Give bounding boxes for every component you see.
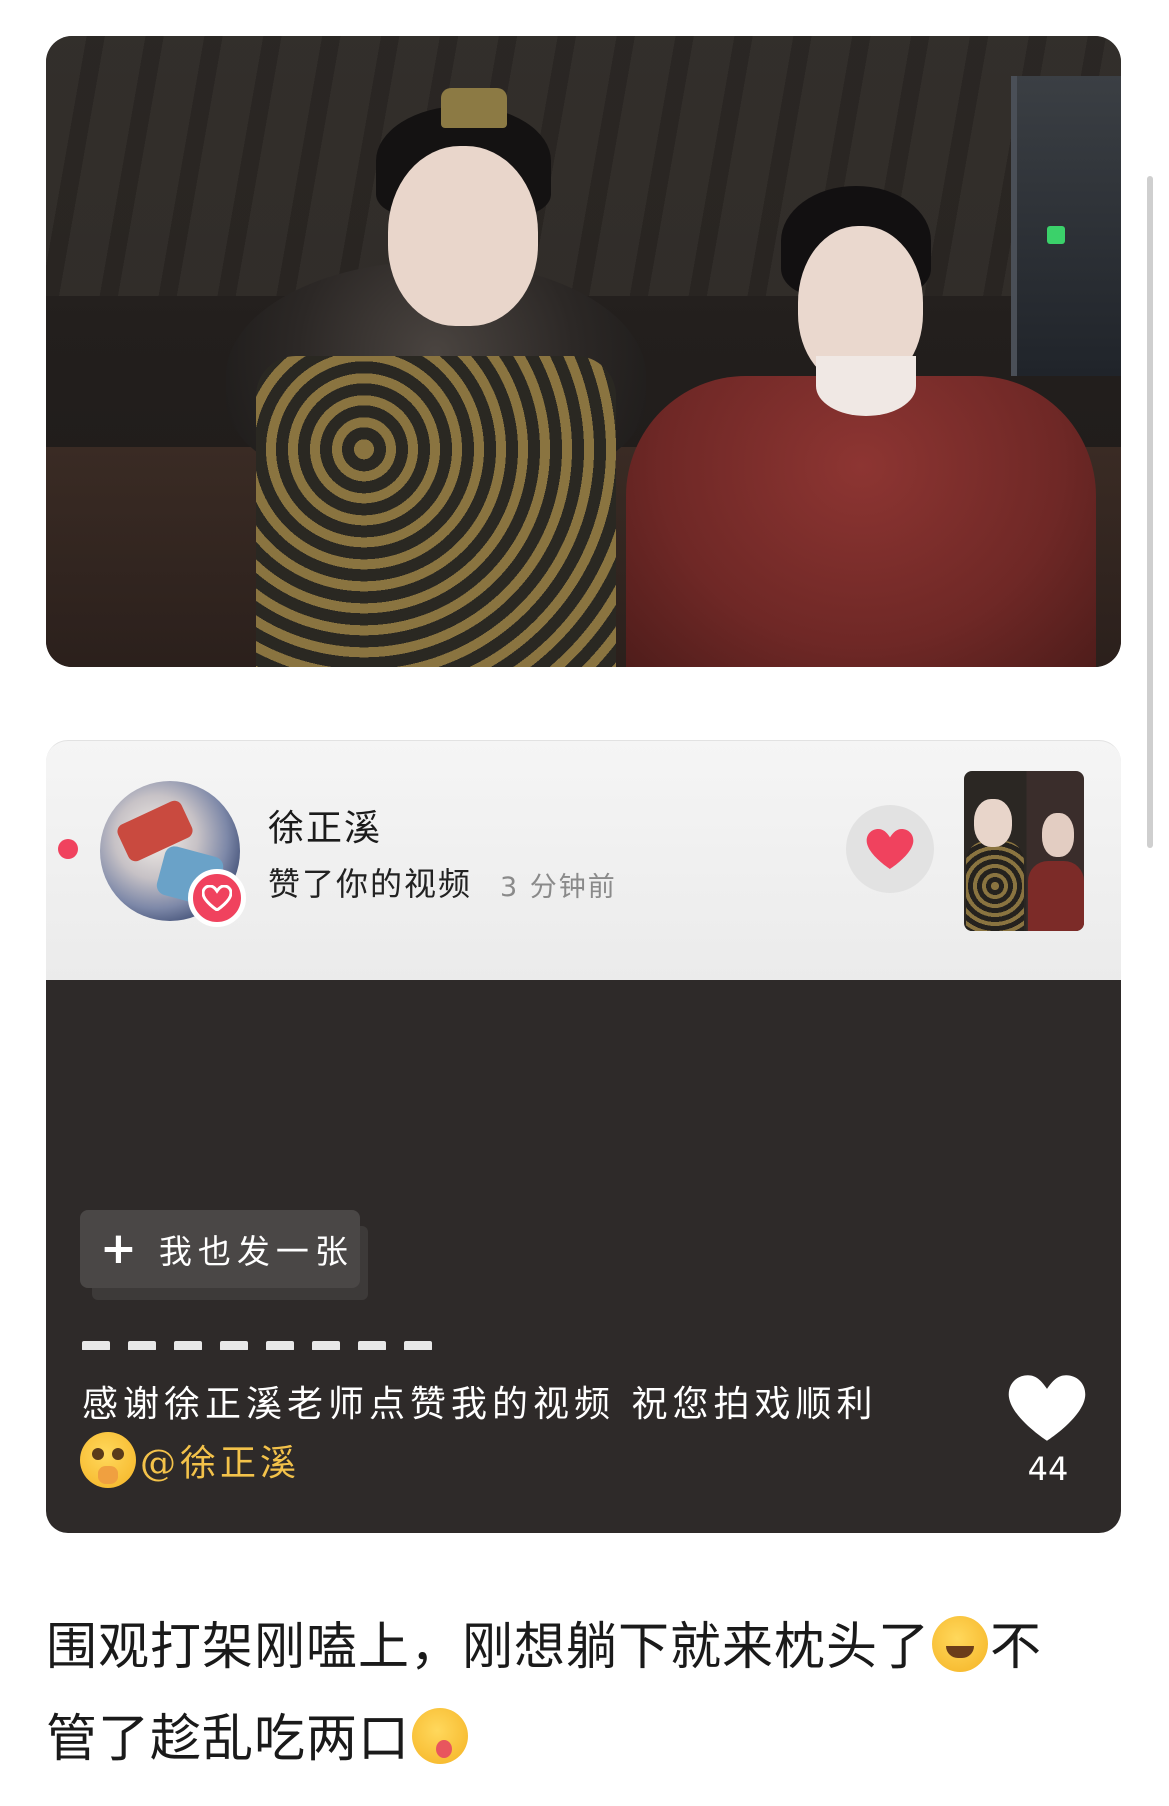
post-text-line1: 围观打架刚嗑上，刚想躺下就来枕头了	[46, 1618, 931, 1677]
thumb-right-figure	[1028, 861, 1084, 931]
video-thumbnail[interactable]	[964, 771, 1084, 931]
thumb-left-face	[974, 799, 1012, 847]
video-caption: 感谢徐正溪老师点赞我的视频 祝您拍戏顺利	[82, 1384, 878, 1425]
left-person-face	[388, 146, 538, 326]
background-beams	[46, 36, 1121, 296]
post-text-line1-end: 不	[990, 1618, 1043, 1677]
user-name[interactable]: 徐正溪	[268, 799, 382, 851]
like-notification-card[interactable]: 徐正溪 赞了你的视频 3 分钟前	[46, 740, 1121, 980]
heart-badge-icon	[188, 869, 246, 927]
unread-dot	[58, 839, 78, 859]
thumb-left-figure	[966, 841, 1024, 931]
post-text-line2: 管了趁乱吃两口	[46, 1710, 411, 1769]
right-person-robe	[626, 376, 1096, 667]
right-person-collar	[816, 356, 916, 416]
mention-row: @徐正溪	[80, 1432, 300, 1488]
plus-icon: +	[100, 1223, 137, 1274]
cropped-text-line	[82, 1336, 482, 1350]
post-also-button[interactable]: + 我也发一张	[80, 1210, 360, 1288]
video-screenshot[interactable]: + 我也发一张 感谢徐正溪老师点赞我的视频 祝您拍戏顺利 @徐正溪 44	[46, 980, 1121, 1533]
left-person-robe	[256, 356, 616, 667]
thumb-right-face	[1042, 813, 1074, 857]
rofl-emoji-icon	[932, 1616, 989, 1672]
pleading-face-icon	[80, 1432, 136, 1488]
post-also-label: 我也发一张	[158, 1232, 354, 1271]
heart-icon	[866, 829, 914, 869]
heart-icon[interactable]	[1006, 1370, 1088, 1446]
post-text: 围观打架刚嗑上，刚想躺下就来枕头了不 管了趁乱吃两口	[46, 1602, 1126, 1786]
top-photo[interactable]	[46, 36, 1121, 667]
camera-rig	[1011, 76, 1121, 376]
yum-emoji-icon	[412, 1708, 469, 1764]
scrollbar[interactable]	[1147, 176, 1153, 848]
heart-icon	[202, 885, 232, 911]
notification-time: 3 分钟前	[500, 872, 617, 903]
like-count: 44	[1027, 1450, 1069, 1488]
notification-action: 赞了你的视频	[268, 865, 473, 903]
like-button[interactable]	[846, 805, 934, 893]
left-person-crown	[441, 88, 507, 128]
user-mention[interactable]: @徐正溪	[140, 1434, 300, 1486]
